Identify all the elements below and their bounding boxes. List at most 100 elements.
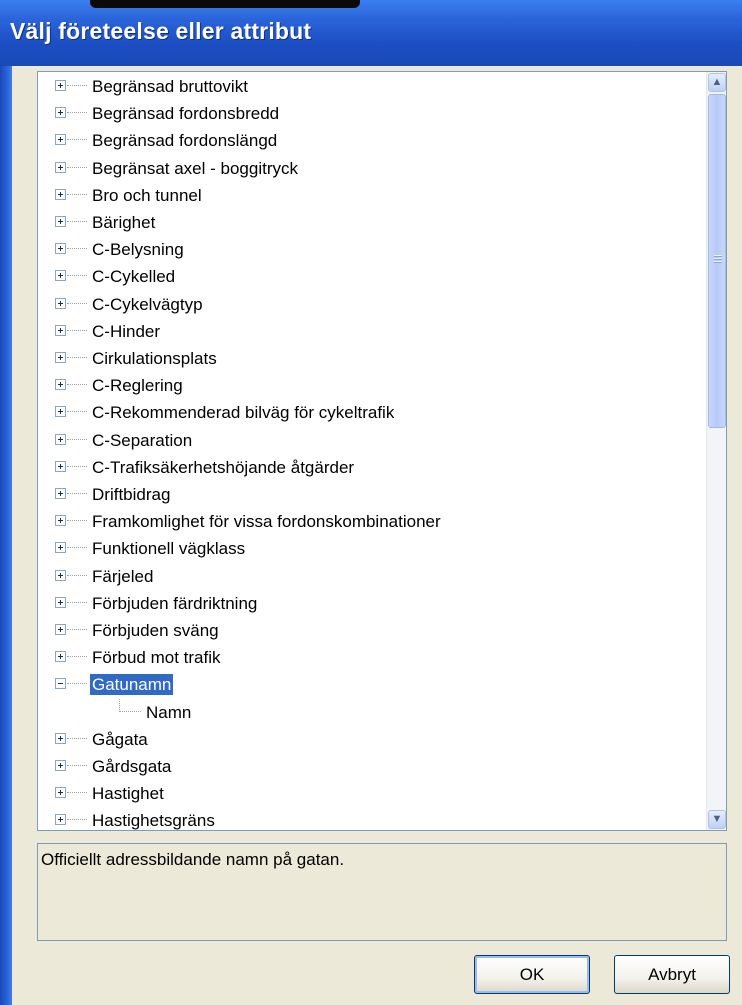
plus-box-icon[interactable] [55, 814, 66, 826]
plus-box-icon[interactable] [55, 569, 66, 581]
tree-row[interactable]: Förbud mot trafik [38, 644, 706, 671]
plus-box-icon[interactable] [55, 732, 66, 744]
tree-row[interactable]: C-Cykelled [38, 263, 706, 290]
tree-row[interactable]: Begränsad fordonsbredd [38, 100, 706, 127]
plus-box-icon[interactable] [55, 651, 66, 663]
tree-row[interactable]: Färjeled [38, 563, 706, 590]
tree-connector [67, 384, 87, 386]
tree-row[interactable]: C-Hinder [38, 318, 706, 345]
tree-node-label[interactable]: Framkomlighet för vissa fordonskombinati… [90, 511, 443, 532]
tree-connector [67, 112, 87, 114]
tree-node-label[interactable]: C-Cykelvägtyp [90, 294, 205, 315]
tree-node-label[interactable]: Gågata [90, 729, 150, 750]
plus-box-icon[interactable] [55, 270, 66, 282]
tree-row[interactable]: C-Reglering [38, 372, 706, 399]
tree-node-label[interactable]: Förbjuden färdriktning [90, 593, 259, 614]
plus-box-icon[interactable] [55, 243, 66, 255]
description-panel: Officiellt adressbildande namn på gatan. [37, 843, 727, 941]
tree-row[interactable]: Begränsad fordonslängd [38, 127, 706, 154]
plus-box-icon[interactable] [55, 787, 66, 799]
plus-box-icon[interactable] [55, 488, 66, 499]
scroll-up-button[interactable]: ▲ [708, 73, 726, 92]
tree-node-label[interactable]: Hastighetsgräns [90, 810, 217, 830]
plus-box-icon[interactable] [55, 161, 66, 173]
cancel-button[interactable]: Avbryt [614, 955, 730, 994]
plus-box-icon[interactable] [55, 107, 66, 119]
tree-row[interactable]: Begränsat axel - boggitryck [38, 155, 706, 182]
tree-connector [67, 683, 87, 685]
plus-box-icon[interactable] [55, 760, 66, 771]
tree-row[interactable]: C-Cykelvägtyp [38, 291, 706, 318]
tree-node-label[interactable]: C-Separation [90, 430, 194, 451]
plus-box-icon[interactable] [55, 80, 66, 91]
tree-row[interactable]: Driftbidrag [38, 481, 706, 508]
feature-tree[interactable]: Begränsad bruttovikt Begränsad fordonsbre… [37, 71, 727, 831]
tree-node-label[interactable]: Bärighet [90, 212, 157, 233]
tree-node-label[interactable]: Begränsad fordonsbredd [90, 103, 281, 124]
ok-button[interactable]: OK [474, 955, 590, 994]
tree-connector [67, 792, 87, 794]
tree-row[interactable]: Gatunamn [38, 671, 706, 698]
tree-node-label[interactable]: Begränsat axel - boggitryck [90, 158, 300, 179]
tree-node-label[interactable]: C-Reglering [90, 375, 185, 396]
tree-node-label[interactable]: Färjeled [90, 566, 155, 587]
plus-box-icon[interactable] [55, 297, 66, 309]
tree-row[interactable]: Bro och tunnel [38, 182, 706, 209]
title-bar[interactable]: Välj företeelse eller attribut [0, 0, 742, 66]
plus-box-icon[interactable] [55, 596, 66, 608]
plus-box-icon[interactable] [55, 515, 66, 527]
plus-box-icon[interactable] [55, 216, 66, 227]
tree-node-label[interactable]: Funktionell vägklass [90, 538, 247, 559]
plus-box-icon[interactable] [55, 352, 66, 363]
tree-node-label[interactable]: C-Trafiksäkerhetshöjande åtgärder [90, 457, 356, 478]
tree-node-label[interactable]: Begränsad bruttovikt [90, 76, 250, 97]
plus-box-icon[interactable] [55, 542, 66, 554]
tree-node-label[interactable]: Gårdsgata [90, 756, 173, 777]
tree-row[interactable]: Hastighet [38, 780, 706, 807]
tree-row[interactable]: Framkomlighet för vissa fordonskombinati… [38, 508, 706, 535]
plus-box-icon[interactable] [55, 433, 66, 445]
tree-row[interactable]: Bärighet [38, 209, 706, 236]
tree-row[interactable]: Gågata [38, 726, 706, 753]
tree-node-label[interactable]: Namn [144, 702, 193, 723]
minus-box-icon[interactable] [55, 678, 66, 690]
tree-row[interactable]: Funktionell vägklass [38, 535, 706, 562]
tree-node-label[interactable]: C-Hinder [90, 321, 162, 342]
vertical-scrollbar[interactable]: ▲ ▼ [706, 72, 726, 830]
tree-row[interactable]: Förbjuden sväng [38, 617, 706, 644]
tree-connector [67, 357, 87, 359]
tree-row[interactable]: Begränsad bruttovikt [38, 73, 706, 100]
tree-node-label[interactable]: Cirkulationsplats [90, 348, 219, 369]
tree-node-label[interactable]: Förbjuden sväng [90, 620, 221, 641]
tree-node-label[interactable]: C-Cykelled [90, 266, 177, 287]
plus-box-icon[interactable] [55, 134, 66, 146]
tree-row[interactable]: C-Belysning [38, 236, 706, 263]
tree-row[interactable]: C-Trafiksäkerhetshöjande åtgärder [38, 454, 706, 481]
plus-box-icon[interactable] [55, 188, 66, 200]
scroll-down-button[interactable]: ▼ [708, 810, 726, 829]
tree-row[interactable]: C-Rekommenderad bilväg för cykeltrafik [38, 399, 706, 426]
tree-node-label[interactable]: Driftbidrag [90, 484, 172, 505]
plus-box-icon[interactable] [55, 460, 66, 472]
tree-row[interactable]: Hastighetsgräns [38, 807, 706, 830]
tree-connector [67, 520, 87, 522]
plus-box-icon[interactable] [55, 624, 66, 635]
plus-box-icon[interactable] [55, 406, 66, 418]
tree-node-label[interactable]: C-Rekommenderad bilväg för cykeltrafik [90, 402, 396, 423]
tree-connector [67, 85, 87, 87]
tree-node-label[interactable]: Förbud mot trafik [90, 647, 223, 668]
tree-connector [67, 656, 87, 658]
tree-row[interactable]: Cirkulationsplats [38, 345, 706, 372]
tree-node-label-selected[interactable]: Gatunamn [90, 674, 174, 696]
tree-child-row[interactable]: Namn [38, 698, 706, 726]
scroll-thumb[interactable] [708, 94, 726, 428]
tree-node-label[interactable]: Hastighet [90, 783, 166, 804]
plus-box-icon[interactable] [55, 324, 66, 336]
tree-row[interactable]: C-Separation [38, 427, 706, 454]
tree-row[interactable]: Förbjuden färdriktning [38, 590, 706, 617]
tree-node-label[interactable]: C-Belysning [90, 239, 186, 260]
plus-box-icon[interactable] [55, 379, 66, 391]
tree-node-label[interactable]: Begränsad fordonslängd [90, 130, 279, 151]
tree-row[interactable]: Gårdsgata [38, 753, 706, 780]
tree-node-label[interactable]: Bro och tunnel [90, 185, 204, 206]
